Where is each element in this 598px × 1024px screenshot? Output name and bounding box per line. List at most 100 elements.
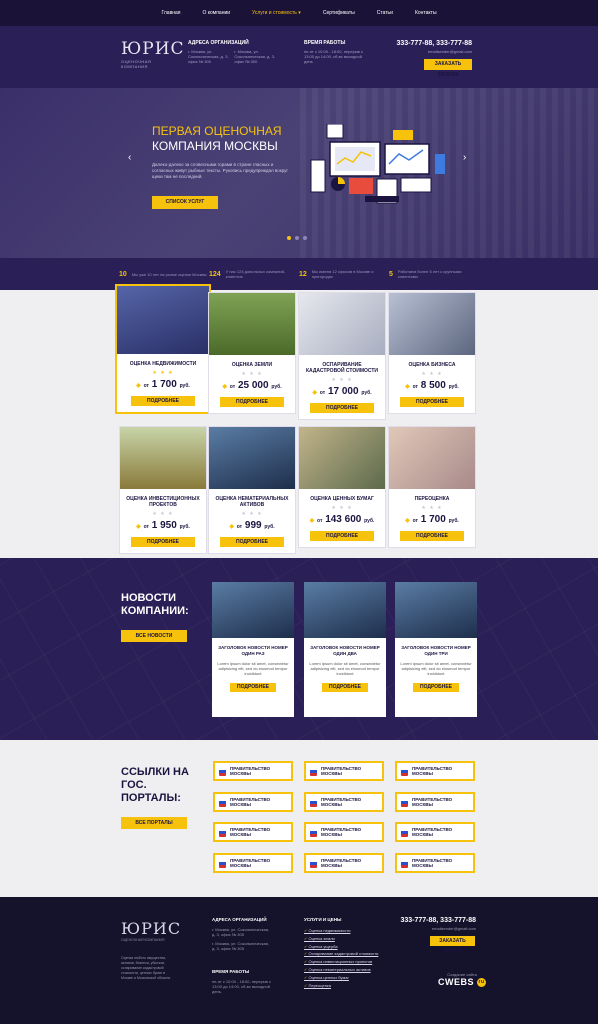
price-value: 8 500 <box>420 380 446 391</box>
news-image <box>304 582 386 638</box>
news-heading-line2: КОМПАНИИ: <box>121 605 189 617</box>
service-details-button[interactable]: ПОДРОБНЕЕ <box>310 403 374 413</box>
footer-logo-subtitle: ОЦЕНОЧНАЯ КОМПАНИЯ <box>121 938 165 942</box>
nav-item-about[interactable]: О компании <box>202 10 230 16</box>
slider-prev-icon[interactable]: ‹ <box>128 152 131 163</box>
gov-portal-link[interactable]: ПРАВИТЕЛЬСТВО МОСКВЫ <box>304 792 384 812</box>
footer-logo[interactable]: ЮРИС ОЦЕНОЧНАЯ КОМПАНИЯ <box>121 919 181 942</box>
slider-dot[interactable] <box>295 236 299 240</box>
gov-heading-line2: ГОС. <box>121 779 147 791</box>
gov-portal-link[interactable]: ПРАВИТЕЛЬСТВО МОСКВЫ <box>395 822 475 842</box>
footer-phone-number[interactable]: 333-777-88, 333-777-88 <box>400 917 476 924</box>
service-title: ПЕРЕОЦЕНКА <box>414 496 450 502</box>
news-card[interactable]: ЗАГОЛОВОК НОВОСТИ НОМЕР ОДИН ТРИ Lorem i… <box>395 582 477 717</box>
news-details-button[interactable]: ПОДРОБНЕЕ <box>413 683 459 692</box>
all-portals-button[interactable]: ВСЕ ПОРТАЛЫ <box>121 817 187 829</box>
all-news-button[interactable]: ВСЕ НОВОСТИ <box>121 630 187 642</box>
service-details-button[interactable]: ПОДРОБНЕЕ <box>131 537 195 547</box>
nav-item-certificates[interactable]: Сертификаты <box>323 10 355 16</box>
callback-button[interactable]: ЗАКАЗАТЬ ЗВОНОК <box>424 59 472 78</box>
service-card[interactable]: ОЦЕНКА БИЗНЕСА ★ ★ ★ ◆ от 8 500 руб. ПОД… <box>388 292 476 414</box>
footer-hours-text: пн-пт с 10:00 - 18:00, перерыв с 13:00 д… <box>212 979 271 994</box>
gov-portal-label-line2: МОСКВЫ <box>230 771 251 776</box>
service-card[interactable]: ОЦЕНКА ЗЕМЛИ ★ ★ ★ ◆ от 25 000 руб. ПОДР… <box>208 292 296 414</box>
service-card[interactable]: ОЦЕНКА НЕМАТЕРИАЛЬНЫХ АКТИВОВ ★ ★ ★ ◆ от… <box>208 426 296 554</box>
gov-portal-link[interactable]: ПРАВИТЕЛЬСТВО МОСКВЫ <box>304 853 384 873</box>
price-prefix: от <box>412 384 418 390</box>
logo[interactable]: ЮРИС ОЦЕНОЧНАЯ КОМПАНИЯ <box>121 39 185 70</box>
rating-stars: ★ ★ ★ <box>152 511 174 517</box>
service-card[interactable]: ОЦЕНКА ИНВЕСТИЦИОННЫХ ПРОЕКТОВ ★ ★ ★ ◆ о… <box>119 426 207 554</box>
service-card[interactable]: ПЕРЕОЦЕНКА ★ ★ ★ ◆ от 1 700 руб. ПОДРОБН… <box>388 426 476 548</box>
service-title: ОЦЕНКА ИНВЕСТИЦИОННЫХ ПРОЕКТОВ <box>126 496 200 508</box>
news-details-button[interactable]: ПОДРОБНЕЕ <box>230 683 276 692</box>
service-details-button[interactable]: ПОДРОБНЕЕ <box>220 537 284 547</box>
gov-portal-link[interactable]: ПРАВИТЕЛЬСТВО МОСКВЫ <box>304 761 384 781</box>
footer-email[interactable]: emailsender@gmail.com <box>400 926 476 931</box>
news-card[interactable]: ЗАГОЛОВОК НОВОСТИ НОМЕР ОДИН ДВА Lorem i… <box>304 582 386 717</box>
slider-next-icon[interactable]: › <box>463 152 466 163</box>
services-list-button[interactable]: СПИСОК УСЛУГ <box>152 196 218 209</box>
maker-badge-icon: ru <box>477 978 487 988</box>
service-details-button[interactable]: ПОДРОБНЕЕ <box>310 531 374 541</box>
footer-addresses: АДРЕСА ОРГАНИЗАЦИЙ г. Москва, ул. Соколь… <box>212 917 272 951</box>
gov-portal-link[interactable]: ПРАВИТЕЛЬСТВО МОСКВЫ <box>395 853 475 873</box>
price-tag-icon: ◆ <box>222 384 228 390</box>
header-phone: 333-777-88, 333-777-88 emailsender@gmail… <box>396 40 472 54</box>
nav-item-contacts[interactable]: Контакты <box>415 10 437 16</box>
russia-flag-icon <box>310 766 317 776</box>
gov-portal-label: ПРАВИТЕЛЬСТВО МОСКВЫ <box>412 827 452 837</box>
gov-portal-link[interactable]: ПРАВИТЕЛЬСТВО МОСКВЫ <box>213 853 293 873</box>
hero-description: Далеко-далеко за словесными горами в стр… <box>152 162 289 179</box>
phone-number[interactable]: 333-777-88, 333-777-88 <box>396 40 472 47</box>
gov-portal-link[interactable]: ПРАВИТЕЛЬСТВО МОСКВЫ <box>213 792 293 812</box>
service-details-button[interactable]: ПОДРОБНЕЕ <box>400 397 464 407</box>
slider-dot[interactable] <box>287 236 291 240</box>
site-header: ЮРИС ОЦЕНОЧНАЯ КОМПАНИЯ АДРЕСА ОРГАНИЗАЦ… <box>0 26 598 88</box>
footer-callback-button[interactable]: ЗАКАЗАТЬ ЗВОНОК <box>430 936 475 954</box>
nav-item-home[interactable]: Главная <box>161 10 180 16</box>
gov-portal-label: ПРАВИТЕЛЬСТВО МОСКВЫ <box>321 766 361 776</box>
price-currency: руб. <box>271 384 282 390</box>
stat-text: Мы уже 10 лет на рынке оценки Москвы <box>131 271 207 277</box>
office-illustration <box>310 124 445 204</box>
footer-service-link[interactable]: Оценка нематериальных активов <box>304 966 394 974</box>
email[interactable]: emailsender@gmail.com <box>396 49 472 54</box>
service-details-button[interactable]: ПОДРОБНЕЕ <box>220 397 284 407</box>
gov-portal-link[interactable]: ПРАВИТЕЛЬСТВО МОСКВЫ <box>304 822 384 842</box>
footer-service-link[interactable]: Оценка недвижимости <box>304 927 394 935</box>
footer-description: Оценка любого имущества, активов, бизнес… <box>121 956 172 980</box>
nav-item-services[interactable]: Услуги и стоимость ▾ <box>252 10 301 16</box>
gov-portal-link[interactable]: ПРАВИТЕЛЬСТВО МОСКВЫ <box>213 822 293 842</box>
footer-service-link[interactable]: Оспаривание кадастровой стоимости <box>304 950 394 958</box>
price-currency: руб. <box>364 518 375 524</box>
service-details-button[interactable]: ПОДРОБНЕЕ <box>400 531 464 541</box>
footer-service-link[interactable]: Оценка ущерба <box>304 943 394 951</box>
footer-service-link[interactable]: Оценка земли <box>304 935 394 943</box>
site-maker[interactable]: Создание сайта CWEBS ru <box>438 972 487 988</box>
slider-dot[interactable] <box>303 236 307 240</box>
service-card[interactable]: ОЦЕНКА НЕДВИЖИМОСТИ ★ ★ ★ ◆ от 1 700 руб… <box>115 284 211 414</box>
service-card[interactable]: ОЦЕНКА ЦЕННЫХ БУМАГ ★ ★ ★ ◆ от 143 600 р… <box>298 426 386 548</box>
price-prefix: от <box>319 390 326 396</box>
news-details-button[interactable]: ПОДРОБНЕЕ <box>322 683 368 692</box>
footer-service-link[interactable]: Переоценка <box>304 982 394 990</box>
gov-portal-link[interactable]: ПРАВИТЕЛЬСТВО МОСКВЫ <box>213 761 293 781</box>
gov-portal-link[interactable]: ПРАВИТЕЛЬСТВО МОСКВЫ <box>395 761 475 781</box>
footer-service-link[interactable]: Оценка ценных бумаг <box>304 974 394 982</box>
hero-title-line1: ПЕРВАЯ ОЦЕНОЧНАЯ <box>152 124 282 138</box>
stat-number: 12 <box>299 270 307 278</box>
service-details-button[interactable]: ПОДРОБНЕЕ <box>131 396 195 406</box>
news-heading-line1: НОВОСТИ <box>121 592 177 604</box>
russia-flag-icon <box>401 827 408 837</box>
nav-item-articles[interactable]: Статьи <box>377 10 393 16</box>
logo-text: ЮРИС <box>121 39 185 59</box>
service-price: ◆ от 8 500 руб. <box>389 380 475 391</box>
news-card[interactable]: ЗАГОЛОВОК НОВОСТИ НОМЕР ОДИН РАЗ Lorem i… <box>212 582 294 717</box>
service-card[interactable]: ОСПАРИВАНИЕ КАДАСТРОВОЙ СТОИМОСТИ ★ ★ ★ … <box>298 292 386 420</box>
gov-portal-link[interactable]: ПРАВИТЕЛЬСТВО МОСКВЫ <box>395 792 475 812</box>
footer-service-link[interactable]: Оценка инвестиционных проектов <box>304 958 394 966</box>
rating-stars: ★ ★ ★ <box>331 377 353 383</box>
news-heading: НОВОСТИ КОМПАНИИ: <box>121 592 189 618</box>
gov-portal-label: ПРАВИТЕЛЬСТВО МОСКВЫ <box>230 827 270 837</box>
